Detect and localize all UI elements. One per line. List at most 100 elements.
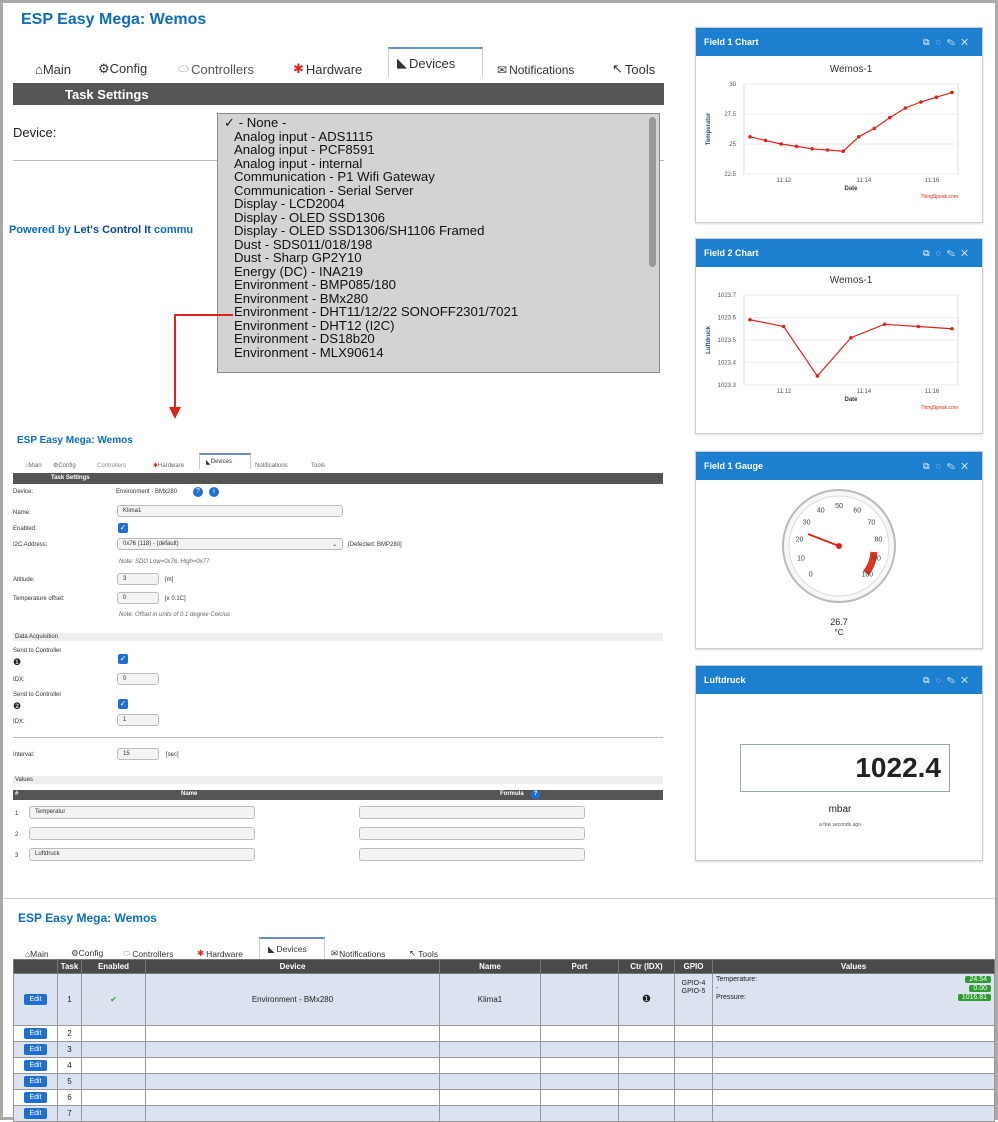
mid-tab-notifications[interactable]: Notifications bbox=[251, 463, 311, 469]
formula-help-icon[interactable]: ? bbox=[531, 790, 540, 799]
dropdown-option[interactable]: Environment - DS18b20 bbox=[234, 332, 659, 346]
data-point bbox=[748, 317, 752, 322]
edit-button[interactable]: Edit bbox=[24, 1108, 47, 1119]
dropdown-option[interactable]: Display - LCD2004 bbox=[234, 197, 659, 211]
dropdown-option[interactable]: Energy (DC) - INA219 bbox=[234, 264, 659, 279]
value-name-input[interactable] bbox=[29, 827, 255, 840]
y-axis-label: Temperatur bbox=[706, 112, 712, 145]
edit-button[interactable]: Edit bbox=[24, 1028, 47, 1039]
btm-tab-devices[interactable]: ◣ Devices bbox=[259, 937, 325, 959]
dropdown-option[interactable]: Analog input - ADS1115 bbox=[234, 129, 659, 144]
panel-icons[interactable]: ⧉◌✎✕ bbox=[923, 461, 974, 472]
tab-devices[interactable]: ◣ Devices bbox=[388, 47, 483, 77]
btm-tab-main[interactable]: ⌂Main bbox=[19, 949, 71, 959]
temp-offset-input[interactable]: 0 bbox=[117, 592, 159, 604]
dropdown-option[interactable]: Communication - P1 Wifi Gateway bbox=[234, 170, 659, 184]
value-formula-input[interactable] bbox=[359, 848, 585, 861]
tab-main[interactable]: ⌂Main bbox=[23, 62, 98, 77]
gauge-tick-label: 70 bbox=[868, 520, 876, 527]
dropdown-option[interactable]: ✓ - None - bbox=[224, 116, 659, 130]
edit-button[interactable]: Edit bbox=[24, 1044, 47, 1055]
mid-tab-main[interactable]: ⌂Main bbox=[17, 463, 53, 469]
i2c-select[interactable]: 0x76 (118) - (default) ⌄ bbox=[117, 538, 343, 550]
send1-checkbox[interactable]: ✓ bbox=[118, 654, 128, 664]
edit-button[interactable]: Edit bbox=[24, 994, 47, 1005]
altitude-input[interactable]: 3 bbox=[117, 573, 159, 585]
value-badge: 24.54 bbox=[965, 976, 991, 983]
mid-tempoff-label: Temperature offset: bbox=[13, 596, 65, 602]
data-point bbox=[849, 335, 853, 340]
dropdown-option[interactable]: Analog input - internal bbox=[234, 156, 659, 171]
info-icon[interactable]: i bbox=[209, 487, 219, 497]
dropdown-option[interactable]: Communication - Serial Server bbox=[234, 183, 659, 198]
data-point bbox=[950, 326, 954, 331]
dropdown-scrollbar[interactable] bbox=[649, 117, 656, 267]
red-arrow bbox=[169, 314, 233, 419]
gauge-tick-label: 30 bbox=[803, 520, 811, 527]
tab-config[interactable]: ⚙Config bbox=[98, 61, 178, 77]
help-icon[interactable]: ? bbox=[193, 487, 203, 497]
tab-hardware[interactable]: ✱ Hardware bbox=[293, 61, 388, 77]
x-tick-label: 11:12 bbox=[777, 178, 792, 184]
idx2-label: IDX: bbox=[13, 719, 25, 725]
screenshot-frame: ESP Easy Mega: Wemos ⌂Main ⚙Config ⬭ Cont… bbox=[0, 0, 998, 1122]
btm-tab-hardware[interactable]: ✱ Hardware bbox=[197, 948, 259, 959]
edit-button[interactable]: Edit bbox=[24, 1092, 47, 1103]
mid-tab-tools[interactable]: Tools bbox=[311, 463, 341, 469]
mid-tab-controllers[interactable]: Controllers bbox=[97, 463, 153, 469]
dropdown-option[interactable]: Dust - SDS011/018/198 bbox=[234, 237, 659, 252]
panel-icons[interactable]: ⧉◌✎✕ bbox=[923, 248, 974, 259]
data-point bbox=[810, 147, 814, 151]
send2-label: Send to Controller bbox=[13, 692, 62, 698]
edit-button[interactable]: Edit bbox=[24, 1076, 47, 1087]
value-name-input[interactable]: Temperatur bbox=[29, 806, 255, 819]
mid-tab-devices[interactable]: ◣ Devices bbox=[199, 453, 251, 469]
send2-checkbox[interactable]: ✓ bbox=[118, 699, 128, 709]
idx2-input[interactable]: 1 bbox=[117, 714, 159, 726]
enabled-checkbox[interactable]: ✓ bbox=[118, 523, 128, 533]
field1-chart-panel: Field 1 Chart ⧉◌✎✕ Wemos-1 30 27.5 25 22.5 11:… bbox=[695, 27, 983, 223]
btm-tab-tools[interactable]: ↖ Tools bbox=[405, 948, 445, 959]
table-row: Edit 7 bbox=[13, 1105, 995, 1122]
dropdown-option[interactable]: Display - OLED SSD1306 bbox=[234, 210, 659, 225]
dropdown-option[interactable]: Environment - BMP085/180 bbox=[234, 278, 659, 292]
device-label: Device: bbox=[13, 125, 57, 140]
send1-label: Send to Controller bbox=[13, 648, 62, 654]
tab-controllers[interactable]: ⬭ Controllers bbox=[178, 61, 293, 77]
btm-tab-config[interactable]: ⚙Config bbox=[71, 948, 123, 959]
btm-tab-notifications[interactable]: ✉ Notifications bbox=[325, 948, 405, 959]
dropdown-option[interactable]: Analog input - PCF8591 bbox=[234, 143, 659, 157]
dropdown-option[interactable]: Environment - DHT11/12/22 SONOFF2301/702… bbox=[234, 305, 659, 319]
i2c-detected: [Detected: BMP280] bbox=[348, 542, 402, 548]
edit-button[interactable]: Edit bbox=[24, 1060, 47, 1071]
dropdown-option[interactable]: Environment - MLX90614 bbox=[234, 345, 659, 360]
interval-input[interactable]: 15 bbox=[117, 748, 159, 760]
dropdown-option[interactable]: Environment - BMx280 bbox=[234, 291, 659, 306]
mid-tab-config[interactable]: ⚙Config bbox=[53, 462, 97, 469]
controller-2-icon: ❷ bbox=[13, 701, 22, 711]
dropdown-option[interactable]: Environment - DHT12 (I2C) bbox=[234, 318, 659, 333]
idx1-input[interactable]: 0 bbox=[117, 673, 159, 685]
tab-tools[interactable]: ↖ Tools bbox=[598, 61, 658, 77]
chevron-down-icon: ⌄ bbox=[331, 542, 337, 548]
name-input[interactable]: Klima1 bbox=[117, 505, 343, 517]
dropdown-option[interactable]: Display - OLED SSD1306/SH1106 Framed bbox=[234, 224, 659, 238]
gauge-tick-label: 20 bbox=[796, 537, 804, 544]
thingspeak-credit: ThingSpeak.com bbox=[920, 194, 958, 200]
mid-device-label: Device: bbox=[13, 489, 34, 495]
controllers-icon: ⬭ bbox=[178, 61, 190, 76]
x-tick-label: 11:16 bbox=[925, 389, 940, 395]
panel-icons[interactable]: ⧉◌✎✕ bbox=[923, 37, 974, 48]
value-formula-input[interactable] bbox=[359, 806, 585, 819]
btm-tab-controllers[interactable]: ⬭ Controllers bbox=[123, 948, 197, 959]
value-formula-input[interactable] bbox=[359, 827, 585, 840]
value-name-input[interactable]: Luftdruck bbox=[29, 848, 255, 861]
tab-notifications[interactable]: ✉ Notifications bbox=[483, 63, 598, 77]
devices-table: Task Enabled Device Name Port Ctr (IDX) … bbox=[13, 959, 995, 1122]
mid-tab-hardware[interactable]: ✱ Hardware bbox=[153, 462, 199, 470]
controller-1-icon: ❶ bbox=[13, 657, 22, 667]
dropdown-option[interactable]: Dust - Sharp GP2Y10 bbox=[234, 251, 659, 265]
temp-offset-unit: [x 0.1C] bbox=[165, 596, 186, 602]
device-dropdown[interactable]: ✓ - None - Analog input - ADS1115 Analog i… bbox=[217, 113, 660, 373]
panel-icons[interactable]: ⧉◌✎✕ bbox=[923, 675, 974, 686]
